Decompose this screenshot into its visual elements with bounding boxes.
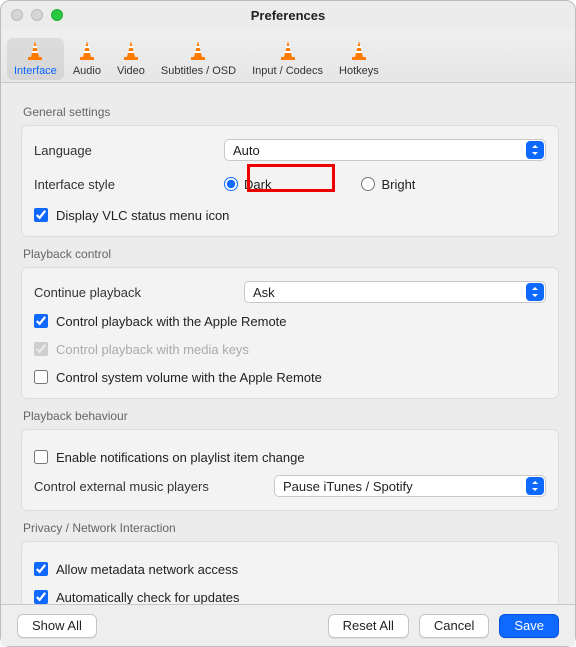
show-all-button[interactable]: Show All bbox=[17, 614, 97, 638]
tab-subtitles-osd[interactable]: Subtitles / OSD bbox=[154, 38, 243, 80]
external-players-value: Pause iTunes / Spotify bbox=[283, 479, 413, 494]
checkbox-metadata[interactable] bbox=[34, 562, 48, 576]
radio-dark-input[interactable] bbox=[224, 177, 238, 191]
continue-playback-value: Ask bbox=[253, 285, 275, 300]
vlc-cone-icon bbox=[186, 39, 210, 63]
section-title-general: General settings bbox=[23, 105, 559, 119]
save-button[interactable]: Save bbox=[499, 614, 559, 638]
section-title-playback-behaviour: Playback behaviour bbox=[23, 409, 559, 423]
label-media-keys: Control playback with media keys bbox=[56, 342, 249, 357]
radio-dark[interactable]: Dark bbox=[224, 177, 271, 192]
vlc-cone-icon bbox=[347, 39, 371, 63]
tab-audio[interactable]: Audio bbox=[66, 38, 108, 80]
label-system-volume: Control system volume with the Apple Rem… bbox=[56, 370, 322, 385]
vlc-cone-icon bbox=[276, 39, 300, 63]
select-arrows-icon bbox=[526, 477, 544, 495]
preferences-window: Preferences Interface Audio Video Subtit… bbox=[0, 0, 576, 647]
external-players-select[interactable]: Pause iTunes / Spotify bbox=[274, 475, 546, 497]
tab-interface[interactable]: Interface bbox=[7, 38, 64, 80]
checkbox-notifications[interactable] bbox=[34, 450, 48, 464]
cancel-button[interactable]: Cancel bbox=[419, 614, 489, 638]
label-external-players: Control external music players bbox=[34, 479, 274, 494]
tab-input-codecs[interactable]: Input / Codecs bbox=[245, 38, 330, 80]
select-arrows-icon bbox=[526, 283, 544, 301]
label-apple-remote: Control playback with the Apple Remote bbox=[56, 314, 287, 329]
tab-video[interactable]: Video bbox=[110, 38, 152, 80]
language-select[interactable]: Auto bbox=[224, 139, 546, 161]
content-area: General settings Language Auto Interface… bbox=[1, 83, 575, 604]
vlc-cone-icon bbox=[23, 39, 47, 63]
label-continue-playback: Continue playback bbox=[34, 285, 244, 300]
section-title-privacy: Privacy / Network Interaction bbox=[23, 521, 559, 535]
continue-playback-select[interactable]: Ask bbox=[244, 281, 546, 303]
checkbox-apple-remote[interactable] bbox=[34, 314, 48, 328]
language-select-value: Auto bbox=[233, 143, 260, 158]
vlc-cone-icon bbox=[75, 39, 99, 63]
reset-all-button[interactable]: Reset All bbox=[328, 614, 409, 638]
tab-hotkeys[interactable]: Hotkeys bbox=[332, 38, 386, 80]
label-display-status-menu: Display VLC status menu icon bbox=[56, 208, 229, 223]
tab-label: Hotkeys bbox=[339, 65, 379, 77]
minimize-window-button[interactable] bbox=[31, 9, 43, 21]
close-window-button[interactable] bbox=[11, 9, 23, 21]
group-general: Language Auto Interface style Dark Brigh… bbox=[21, 125, 559, 237]
checkbox-media-keys bbox=[34, 342, 48, 356]
tab-label: Input / Codecs bbox=[252, 65, 323, 77]
footer-bar: Show All Reset All Cancel Save bbox=[1, 604, 575, 646]
zoom-window-button[interactable] bbox=[51, 9, 63, 21]
label-interface-style: Interface style bbox=[34, 177, 224, 192]
traffic-lights bbox=[11, 9, 63, 21]
label-language: Language bbox=[34, 143, 224, 158]
tab-label: Video bbox=[117, 65, 145, 77]
tab-label: Subtitles / OSD bbox=[161, 65, 236, 77]
interface-style-radios: Dark Bright bbox=[224, 177, 546, 192]
checkbox-system-volume[interactable] bbox=[34, 370, 48, 384]
section-title-playback-control: Playback control bbox=[23, 247, 559, 261]
select-arrows-icon bbox=[526, 141, 544, 159]
label-notifications: Enable notifications on playlist item ch… bbox=[56, 450, 305, 465]
radio-bright-input[interactable] bbox=[361, 177, 375, 191]
radio-dark-label: Dark bbox=[244, 177, 271, 192]
checkbox-display-status-menu[interactable] bbox=[34, 208, 48, 222]
label-updates: Automatically check for updates bbox=[56, 590, 240, 605]
group-playback-behaviour: Enable notifications on playlist item ch… bbox=[21, 429, 559, 511]
window-title: Preferences bbox=[251, 8, 325, 23]
titlebar: Preferences bbox=[1, 1, 575, 29]
checkbox-updates[interactable] bbox=[34, 590, 48, 604]
label-metadata: Allow metadata network access bbox=[56, 562, 238, 577]
radio-bright-label: Bright bbox=[381, 177, 415, 192]
group-privacy: Allow metadata network access Automatica… bbox=[21, 541, 559, 604]
preferences-toolbar: Interface Audio Video Subtitles / OSD In… bbox=[1, 29, 575, 83]
tab-label: Interface bbox=[14, 65, 57, 77]
radio-bright[interactable]: Bright bbox=[361, 177, 415, 192]
group-playback-control: Continue playback Ask Control playback w… bbox=[21, 267, 559, 399]
tab-label: Audio bbox=[73, 65, 101, 77]
vlc-cone-icon bbox=[119, 39, 143, 63]
